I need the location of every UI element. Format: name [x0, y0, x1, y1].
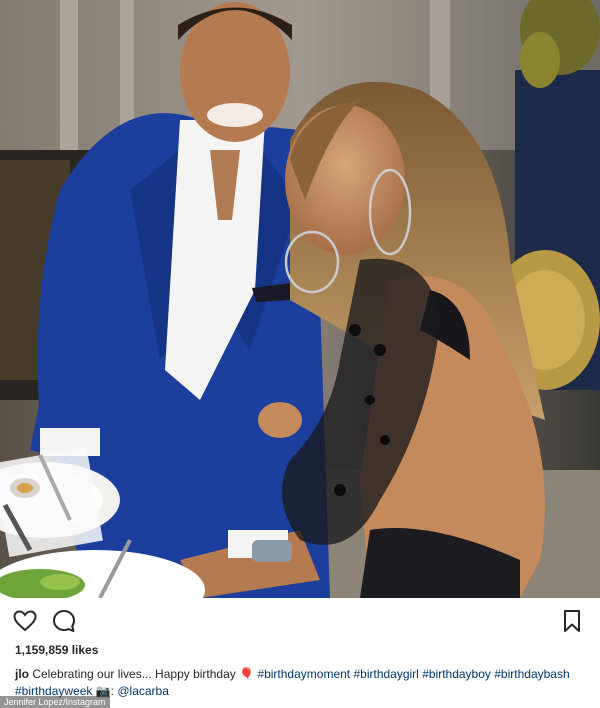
hashtag-birthdaygirl[interactable]: #birthdaygirl: [353, 667, 418, 681]
save-button[interactable]: [559, 608, 585, 634]
comment-button[interactable]: [51, 608, 77, 634]
mention-lacarba[interactable]: @lacarba: [117, 684, 169, 698]
caption-text: Celebrating our lives... Happy birthday: [29, 667, 240, 681]
speech-bubble-icon: [53, 610, 75, 632]
bookmark-icon: [564, 610, 580, 632]
caption-username[interactable]: jlo: [15, 667, 29, 681]
post-caption: jlo Celebrating our lives... Happy birth…: [15, 666, 585, 700]
photo-illustration: [0, 0, 600, 598]
hashtag-birthdaybash[interactable]: #birthdaybash: [494, 667, 569, 681]
instagram-post: 1,159,859 likes jlo Celebrating our live…: [0, 0, 600, 708]
photo-credit: Jennifer Lopez/Instagram: [0, 696, 110, 708]
hashtag-birthdayboy[interactable]: #birthdayboy: [422, 667, 491, 681]
balloon-emoji: 🎈: [239, 667, 255, 681]
hashtag-birthdaymoment[interactable]: #birthdaymoment: [257, 667, 350, 681]
likes-count[interactable]: 1,159,859 likes: [15, 643, 98, 657]
heart-icon: [13, 610, 37, 632]
action-bar: [0, 598, 600, 642]
post-photo[interactable]: [0, 0, 600, 598]
like-button[interactable]: [12, 608, 38, 634]
